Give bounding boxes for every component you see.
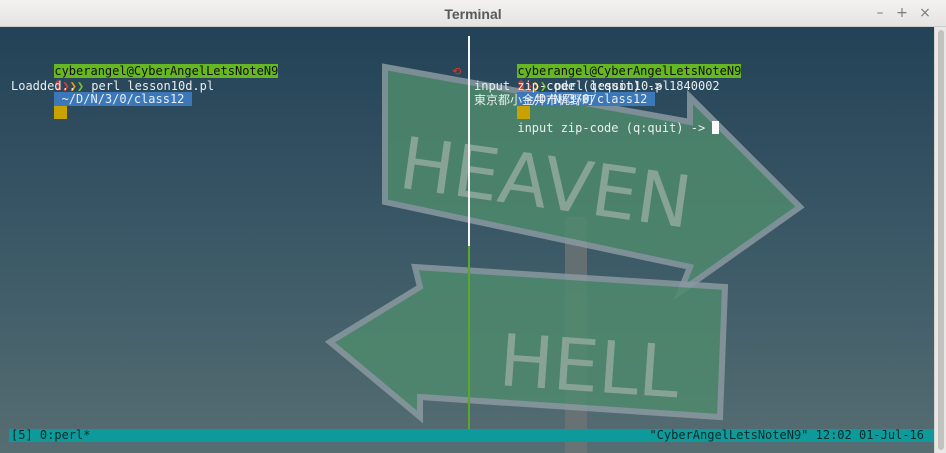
terminal-window: Terminal – + × HEAVEN HELL cyberangel@Cy…: [0, 0, 946, 453]
title-bar[interactable]: Terminal – + ×: [0, 0, 946, 27]
terminal-scrollbar[interactable]: [934, 27, 946, 453]
status-host-time: "CyberAngelLetsNoteN9" 12:02 01-Jul-16: [649, 428, 924, 442]
divider-arrow-icon: ⟲: [452, 65, 462, 78]
sign-hell-text: HELL: [497, 318, 682, 414]
status-window-list[interactable]: [5] 0:perl*: [11, 429, 90, 442]
scrollbar-thumb[interactable]: [938, 30, 944, 450]
left-command-line: ❯❯❯ perl lesson10d.pl: [19, 65, 214, 93]
right-output-line-2: 東京都小金井市梶野町: [474, 93, 595, 107]
pane-divider-top[interactable]: [468, 36, 470, 246]
text-cursor: [712, 121, 720, 134]
left-command-text: perl lesson10d.pl: [84, 79, 215, 93]
chevron-icon: ❯: [76, 79, 85, 93]
terminal-area[interactable]: HEAVEN HELL cyberangel@CyberAngelLetsNot…: [0, 27, 934, 453]
left-prompt-line: cyberangel@CyberAngelLetsNoteN9 $ ~/D/N/…: [11, 50, 279, 119]
window-title: Terminal: [444, 6, 502, 22]
right-output-line-1: input zip-code (q:quit) -> 1840002: [474, 79, 720, 93]
right-input-line[interactable]: input zip-code (q:quit) ->: [474, 107, 720, 135]
pane-divider-active[interactable]: [468, 246, 470, 429]
right-input-prompt: input zip-code (q:quit) ->: [517, 121, 713, 135]
right-command-line: ❯❯❯ perl lesson10.pl: [482, 65, 670, 93]
maximize-button[interactable]: +: [894, 5, 910, 21]
tmux-status-bar: [5] 0:perl* "CyberAngelLetsNoteN9" 12:02…: [9, 429, 934, 442]
minimize-button[interactable]: –: [872, 5, 888, 21]
right-prompt-line: cyberangel@CyberAngelLetsNoteN9 $ ~/D/N/…: [474, 50, 742, 119]
left-prompt-path: ~/D/N/3/0/class12: [54, 92, 192, 106]
left-prompt-end-block: [54, 106, 68, 119]
close-button[interactable]: ×: [917, 5, 933, 21]
left-output-line: Loadded..: [11, 79, 77, 93]
